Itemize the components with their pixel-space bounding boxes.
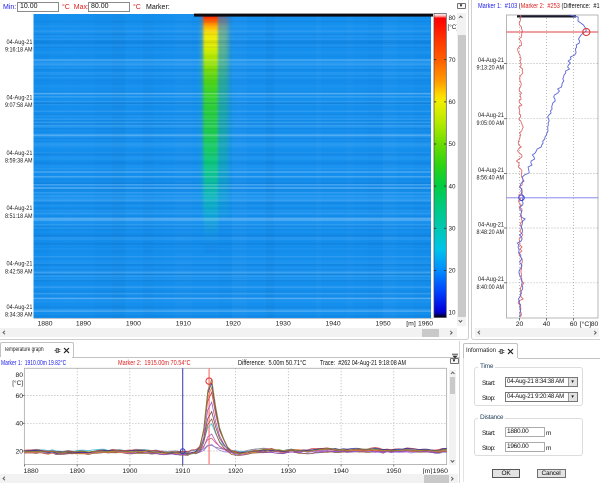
svg-text:[°C]: [°C] xyxy=(12,379,23,387)
svg-text:80: 80 xyxy=(15,372,23,379)
svg-text:9:13:20 AM: 9:13:20 AM xyxy=(477,65,505,72)
svg-text:1960: 1960 xyxy=(418,320,433,327)
svg-text:1930: 1930 xyxy=(276,320,291,327)
svg-text:8:42:58 AM: 8:42:58 AM xyxy=(5,268,33,275)
svg-text:04-Aug-21: 04-Aug-21 xyxy=(478,167,504,174)
svg-text:80: 80 xyxy=(449,15,457,22)
svg-text:70: 70 xyxy=(449,57,457,64)
svg-text:9:07:58 AM: 9:07:58 AM xyxy=(5,102,33,109)
svg-text:60: 60 xyxy=(449,99,457,106)
svg-text:9:16:18 AM: 9:16:18 AM xyxy=(5,47,33,54)
svg-text:1920: 1920 xyxy=(226,320,241,327)
svg-text:04-Aug-21: 04-Aug-21 xyxy=(7,304,33,311)
svg-text:04-Aug-21: 04-Aug-21 xyxy=(7,39,33,46)
svg-text:[°C]: [°C] xyxy=(580,320,592,328)
svg-text:1940: 1940 xyxy=(326,320,341,327)
svg-text:40: 40 xyxy=(15,421,23,428)
svg-text:04-Aug-21: 04-Aug-21 xyxy=(478,112,504,119)
svg-text:[m]: [m] xyxy=(406,320,416,327)
svg-text:04-Aug-21: 04-Aug-21 xyxy=(7,205,33,212)
svg-text:04-Aug-21: 04-Aug-21 xyxy=(478,276,504,283)
svg-text:60: 60 xyxy=(15,393,23,400)
svg-text:8:51:18 AM: 8:51:18 AM xyxy=(5,213,33,220)
svg-text:04-Aug-21: 04-Aug-21 xyxy=(7,150,33,157)
svg-text:10: 10 xyxy=(449,310,457,317)
svg-text:8:34:38 AM: 8:34:38 AM xyxy=(5,312,33,319)
svg-text:20: 20 xyxy=(15,448,23,455)
svg-text:1950: 1950 xyxy=(376,320,391,327)
svg-text:1910: 1910 xyxy=(176,320,191,327)
svg-text:8:48:20 AM: 8:48:20 AM xyxy=(477,229,505,236)
svg-text:50: 50 xyxy=(449,141,457,148)
svg-text:40: 40 xyxy=(449,183,457,190)
svg-text:8:40:00 AM: 8:40:00 AM xyxy=(477,284,505,291)
svg-text:04-Aug-21: 04-Aug-21 xyxy=(7,261,33,268)
svg-text:9:05:00 AM: 9:05:00 AM xyxy=(477,120,505,127)
svg-text:8:56:40 AM: 8:56:40 AM xyxy=(477,175,505,182)
svg-text:30: 30 xyxy=(449,225,457,232)
svg-text:1900: 1900 xyxy=(126,320,141,327)
svg-text:04-Aug-21: 04-Aug-21 xyxy=(7,94,33,101)
svg-text:20: 20 xyxy=(449,268,457,275)
svg-text:1880: 1880 xyxy=(37,320,52,327)
svg-text:1890: 1890 xyxy=(76,320,91,327)
svg-text:04-Aug-21: 04-Aug-21 xyxy=(478,221,504,228)
svg-text:04-Aug-21: 04-Aug-21 xyxy=(478,57,504,64)
svg-text:8:59:38 AM: 8:59:38 AM xyxy=(5,158,33,165)
